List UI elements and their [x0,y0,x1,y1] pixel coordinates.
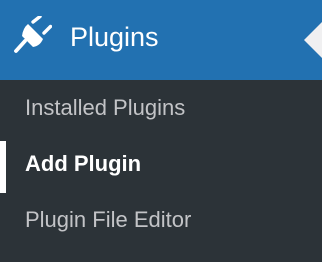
current-menu-notch [304,22,322,58]
submenu-item-label: Installed Plugins [25,95,186,120]
plugins-admin-menu: Plugins Installed Plugins Add Plugin Plu… [0,0,322,262]
plugins-submenu: Installed Plugins Add Plugin Plugin File… [0,80,322,262]
submenu-item-add-plugin[interactable]: Add Plugin [0,136,322,193]
submenu-item-plugin-file-editor[interactable]: Plugin File Editor [0,192,322,248]
submenu-item-installed-plugins[interactable]: Installed Plugins [0,80,322,136]
submenu-item-label: Add Plugin [25,151,142,176]
plugins-menu-title: Plugins [70,22,159,52]
submenu-item-label: Plugin File Editor [25,207,192,232]
plug-icon [14,16,52,53]
current-item-marker [0,141,6,193]
plugins-menu-header[interactable]: Plugins [0,0,322,80]
